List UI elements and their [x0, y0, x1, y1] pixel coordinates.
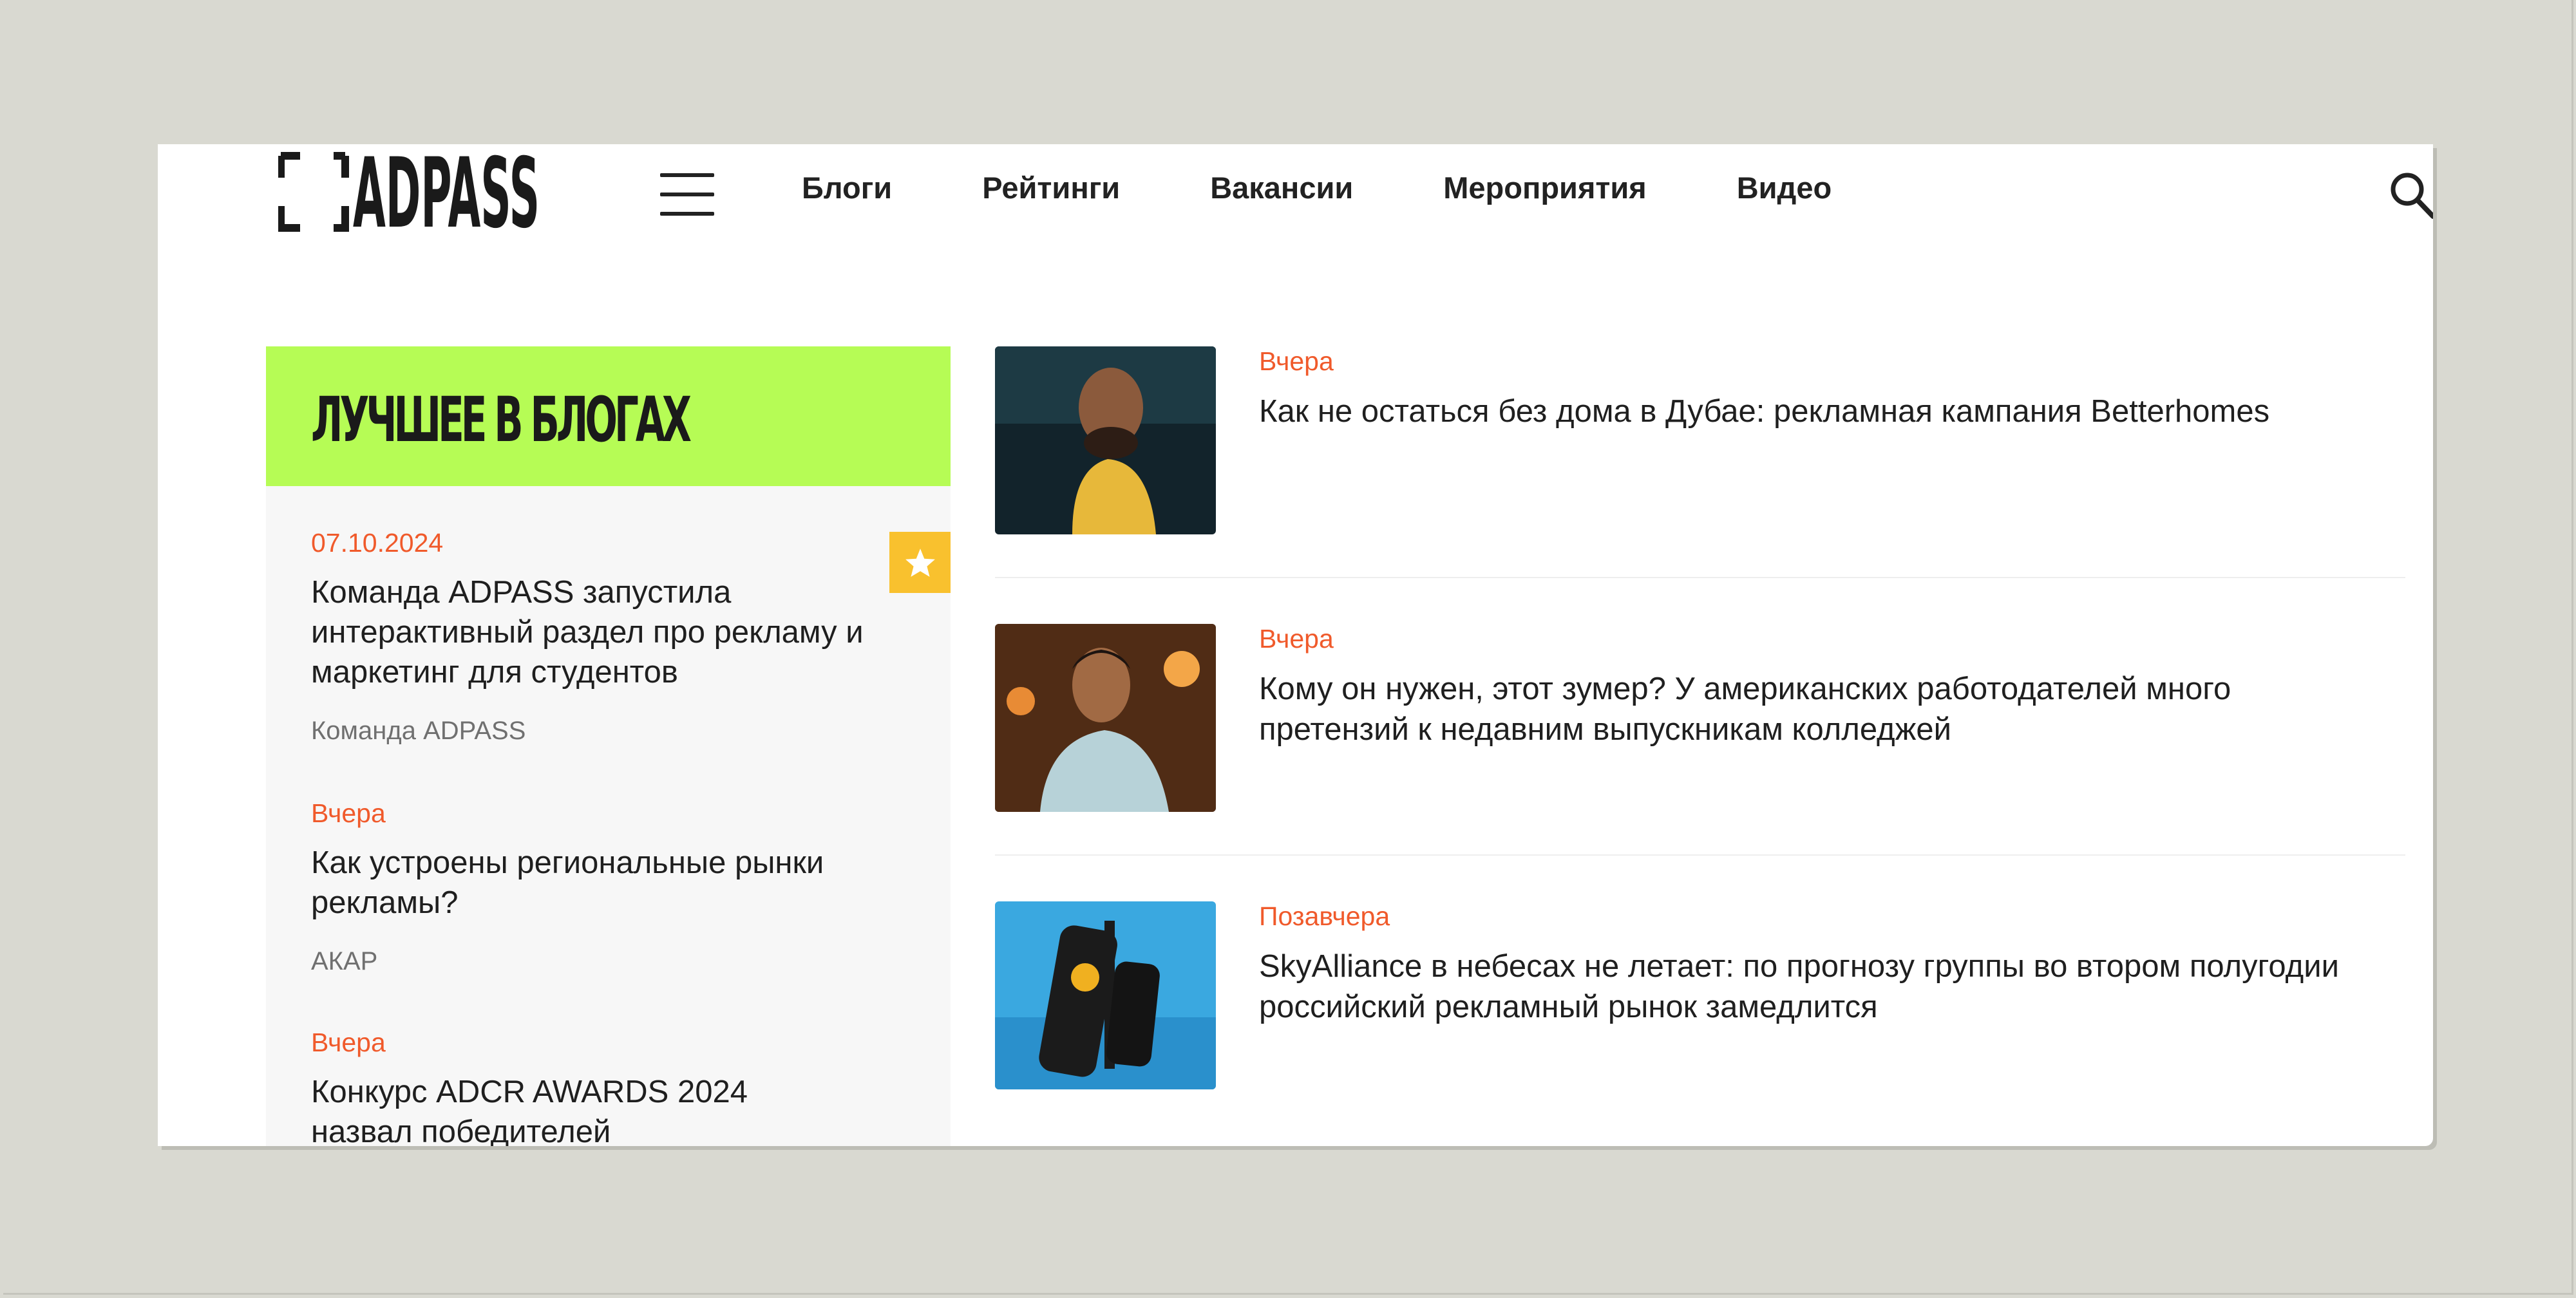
blog-date: Вчера	[311, 1028, 386, 1057]
divider	[995, 854, 2405, 856]
panel-title: ЛУЧШЕЕ В БЛОГАХ	[311, 384, 692, 456]
news-title[interactable]: Как не остаться без дома в Дубае: реклам…	[1259, 391, 2354, 432]
nav-blogs[interactable]: Блоги	[802, 170, 892, 205]
blog-date: 07.10.2024	[311, 528, 444, 558]
blog-item[interactable]: Вчера Как устроены региональные рынки ре…	[311, 798, 891, 976]
news-date: Вчера	[1259, 624, 1334, 654]
blog-title[interactable]: Команда ADPASS запустила интерактивный р…	[311, 572, 891, 692]
news-thumbnail[interactable]	[995, 901, 1216, 1089]
hamburger-menu-icon[interactable]	[660, 173, 714, 216]
news-date: Позавчера	[1259, 901, 1390, 931]
panel-header: ЛУЧШЕЕ В БЛОГАХ	[266, 346, 951, 486]
news-date: Вчера	[1259, 346, 1334, 376]
blog-date: Вчера	[311, 798, 386, 828]
browser-window: ADPASS Блоги Рейтинги Вакансии Мероприят…	[158, 144, 2433, 1146]
logo-wordmark: ADPASS	[353, 152, 540, 232]
news-title[interactable]: Кому он нужен, этот зумер? У американски…	[1259, 669, 2354, 750]
news-thumbnail[interactable]	[995, 346, 1216, 534]
nav-ratings[interactable]: Рейтинги	[982, 170, 1120, 205]
blog-item[interactable]: 07.10.2024 Команда ADPASS запустила инте…	[311, 528, 891, 746]
blog-item[interactable]: Вчера Конкурс ADCR AWARDS 2024 назвал по…	[311, 1028, 762, 1146]
blog-title[interactable]: Как устроены региональные рынки рекламы?	[311, 843, 891, 923]
news-thumbnail[interactable]	[995, 624, 1216, 812]
blog-title[interactable]: Конкурс ADCR AWARDS 2024 назвал победите…	[311, 1072, 762, 1146]
blog-author[interactable]: Команда ADPASS	[311, 717, 891, 746]
best-in-blogs-panel: ЛУЧШЕЕ В БЛОГАХ 07.10.2024 Команда ADPAS…	[266, 346, 951, 1146]
main-nav: Блоги Рейтинги Вакансии Мероприятия Виде…	[802, 170, 1832, 205]
nav-vacancies[interactable]: Вакансии	[1210, 170, 1353, 205]
star-icon	[889, 532, 951, 593]
divider	[995, 577, 2405, 578]
nav-video[interactable]: Видео	[1737, 170, 1832, 205]
adpass-logo[interactable]: ADPASS	[278, 152, 542, 232]
blog-author[interactable]: АКАР	[311, 947, 891, 976]
search-icon[interactable]	[2389, 169, 2433, 220]
nav-events[interactable]: Мероприятия	[1443, 170, 1646, 205]
news-title[interactable]: SkyAlliance в небесах не летает: по прог…	[1259, 946, 2354, 1028]
